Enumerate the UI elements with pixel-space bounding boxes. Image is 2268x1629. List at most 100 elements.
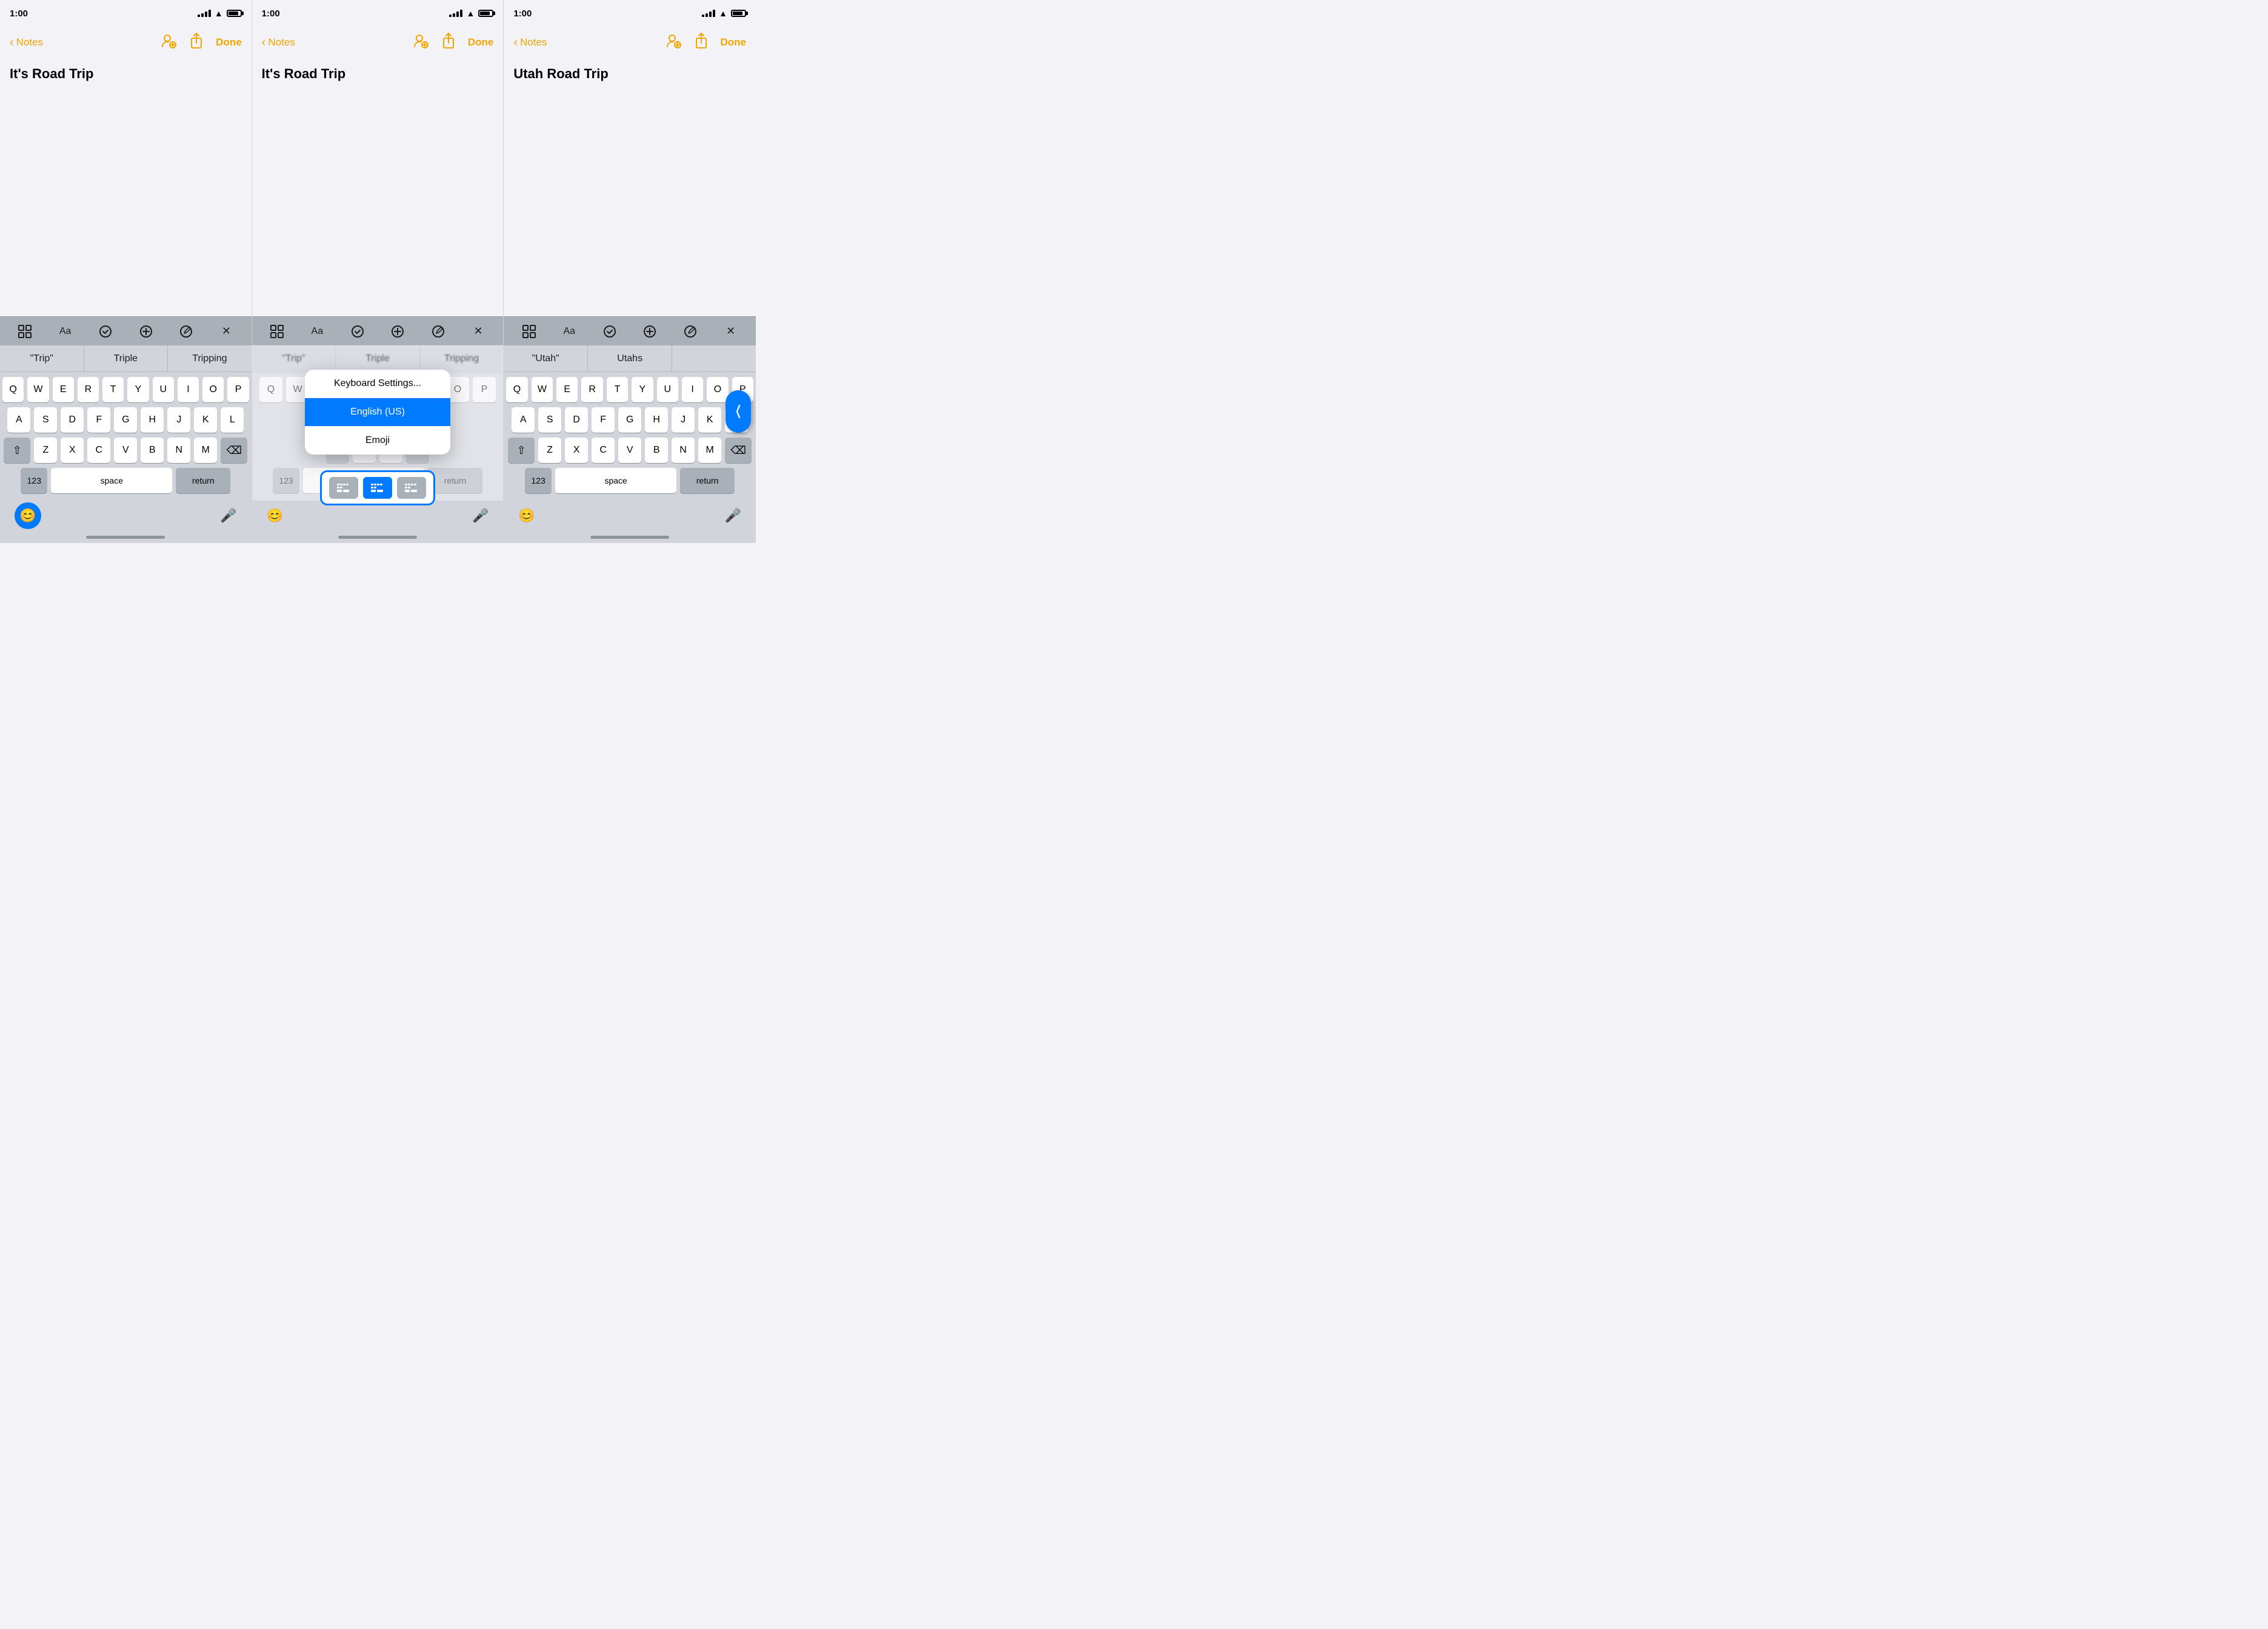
key-numbers[interactable]: 123 xyxy=(21,468,47,493)
kb-sel-left[interactable] xyxy=(329,477,358,499)
toolbar-format-2[interactable]: Aa xyxy=(306,321,328,342)
add-person-icon-3[interactable] xyxy=(665,32,682,53)
key-v-3[interactable]: V xyxy=(618,438,641,463)
key-w[interactable]: W xyxy=(27,377,48,402)
toolbar-pencil-1[interactable] xyxy=(175,321,197,342)
key-g-3[interactable]: G xyxy=(618,407,641,433)
mic-icon-3[interactable]: 🎤 xyxy=(725,508,741,524)
done-button-2[interactable]: Done xyxy=(468,36,494,48)
toolbar-grid-1[interactable] xyxy=(14,321,36,342)
key-j-3[interactable]: J xyxy=(672,407,695,433)
key-x[interactable]: X xyxy=(61,438,84,463)
toolbar-pencil-2[interactable] xyxy=(427,321,449,342)
autocomplete-empty-3[interactable] xyxy=(672,345,756,371)
back-button-1[interactable]: ‹ Notes xyxy=(10,36,43,50)
key-c-3[interactable]: C xyxy=(592,438,615,463)
back-button-3[interactable]: ‹ Notes xyxy=(513,36,547,50)
toolbar-check-3[interactable] xyxy=(599,321,621,342)
key-return[interactable]: return xyxy=(176,468,230,493)
key-t[interactable]: T xyxy=(102,377,124,402)
key-shift[interactable]: ⇧ xyxy=(4,438,30,463)
key-s[interactable]: S xyxy=(34,407,57,433)
key-v[interactable]: V xyxy=(114,438,137,463)
key-delete-3[interactable]: ⌫ xyxy=(725,438,752,463)
kb-sel-right[interactable] xyxy=(397,477,426,499)
key-k-3[interactable]: K xyxy=(698,407,721,433)
key-d-3[interactable]: D xyxy=(565,407,588,433)
toolbar-pencil-3[interactable] xyxy=(679,321,701,342)
toolbar-grid-2[interactable] xyxy=(266,321,288,342)
key-a[interactable]: A xyxy=(7,407,30,433)
key-h-3[interactable]: H xyxy=(645,407,668,433)
done-button-1[interactable]: Done xyxy=(216,36,242,48)
keyboard-settings-item[interactable]: Keyboard Settings... xyxy=(305,370,450,398)
english-us-item[interactable]: English (US) xyxy=(305,398,450,427)
autocomplete-triple-2[interactable]: Triple xyxy=(336,345,420,371)
key-u[interactable]: U xyxy=(153,377,174,402)
toolbar-plus-2[interactable] xyxy=(387,321,409,342)
toolbar-close-2[interactable]: ✕ xyxy=(467,321,489,342)
key-a-3[interactable]: A xyxy=(512,407,535,433)
key-b[interactable]: B xyxy=(141,438,164,463)
key-c[interactable]: C xyxy=(87,438,110,463)
note-content-1[interactable]: It's Road Trip xyxy=(0,58,252,316)
key-o-3[interactable]: O xyxy=(707,377,728,402)
key-return-2[interactable]: return xyxy=(428,468,482,493)
key-q-3[interactable]: Q xyxy=(506,377,527,402)
emoji-button-3[interactable]: 😊 xyxy=(518,508,535,524)
key-numbers-2[interactable]: 123 xyxy=(273,468,299,493)
key-j[interactable]: J xyxy=(167,407,190,433)
key-space[interactable]: space xyxy=(51,468,172,493)
toolbar-plus-3[interactable] xyxy=(639,321,661,342)
key-y[interactable]: Y xyxy=(127,377,148,402)
key-p-2[interactable]: P xyxy=(473,377,496,402)
autocomplete-triple-1[interactable]: Triple xyxy=(84,345,168,371)
done-button-3[interactable]: Done xyxy=(721,36,747,48)
toolbar-close-1[interactable]: ✕ xyxy=(215,321,237,342)
key-h[interactable]: H xyxy=(141,407,164,433)
key-e-3[interactable]: E xyxy=(556,377,578,402)
key-n-3[interactable]: N xyxy=(672,438,695,463)
share-icon-2[interactable] xyxy=(441,32,456,53)
key-n[interactable]: N xyxy=(167,438,190,463)
toolbar-format-1[interactable]: Aa xyxy=(55,321,76,342)
add-person-icon-2[interactable] xyxy=(412,32,429,53)
key-return-3[interactable]: return xyxy=(680,468,735,493)
toolbar-check-1[interactable] xyxy=(95,321,116,342)
add-person-icon-1[interactable] xyxy=(160,32,177,53)
share-icon-3[interactable] xyxy=(694,32,709,53)
note-content-2[interactable]: It's Road Trip xyxy=(252,58,504,316)
key-q-2[interactable]: Q xyxy=(259,377,282,402)
key-l[interactable]: L xyxy=(221,407,244,433)
back-button-2[interactable]: ‹ Notes xyxy=(262,36,295,50)
key-r[interactable]: R xyxy=(78,377,99,402)
key-q[interactable]: Q xyxy=(2,377,24,402)
autocomplete-utah-3[interactable]: "Utah" xyxy=(504,345,588,371)
key-g[interactable]: G xyxy=(114,407,137,433)
key-shift-3[interactable]: ⇧ xyxy=(508,438,535,463)
key-numbers-3[interactable]: 123 xyxy=(525,468,552,493)
emoji-button-1[interactable]: 😊 xyxy=(15,502,41,529)
key-delete[interactable]: ⌫ xyxy=(221,438,247,463)
key-space-3[interactable]: space xyxy=(555,468,676,493)
key-k[interactable]: K xyxy=(194,407,217,433)
key-x-3[interactable]: X xyxy=(565,438,588,463)
key-e[interactable]: E xyxy=(53,377,74,402)
key-o[interactable]: O xyxy=(202,377,224,402)
toolbar-format-3[interactable]: Aa xyxy=(558,321,580,342)
toolbar-check-2[interactable] xyxy=(347,321,369,342)
autocomplete-trip-1[interactable]: "Trip" xyxy=(0,345,84,371)
key-z-3[interactable]: Z xyxy=(538,438,561,463)
emoji-button-2[interactable]: 😊 xyxy=(267,508,283,524)
key-i[interactable]: I xyxy=(178,377,199,402)
autocomplete-tripping-2[interactable]: Tripping xyxy=(420,345,504,371)
key-r-3[interactable]: R xyxy=(581,377,602,402)
autocomplete-utahs-3[interactable]: Utahs xyxy=(588,345,672,371)
key-w-3[interactable]: W xyxy=(532,377,553,402)
cursor-handle[interactable] xyxy=(725,390,751,433)
note-content-3[interactable]: Utah Road Trip xyxy=(504,58,756,316)
mic-icon-2[interactable]: 🎤 xyxy=(472,508,489,524)
key-b-3[interactable]: B xyxy=(645,438,668,463)
toolbar-close-3[interactable]: ✕ xyxy=(720,321,742,342)
share-icon-1[interactable] xyxy=(189,32,204,53)
